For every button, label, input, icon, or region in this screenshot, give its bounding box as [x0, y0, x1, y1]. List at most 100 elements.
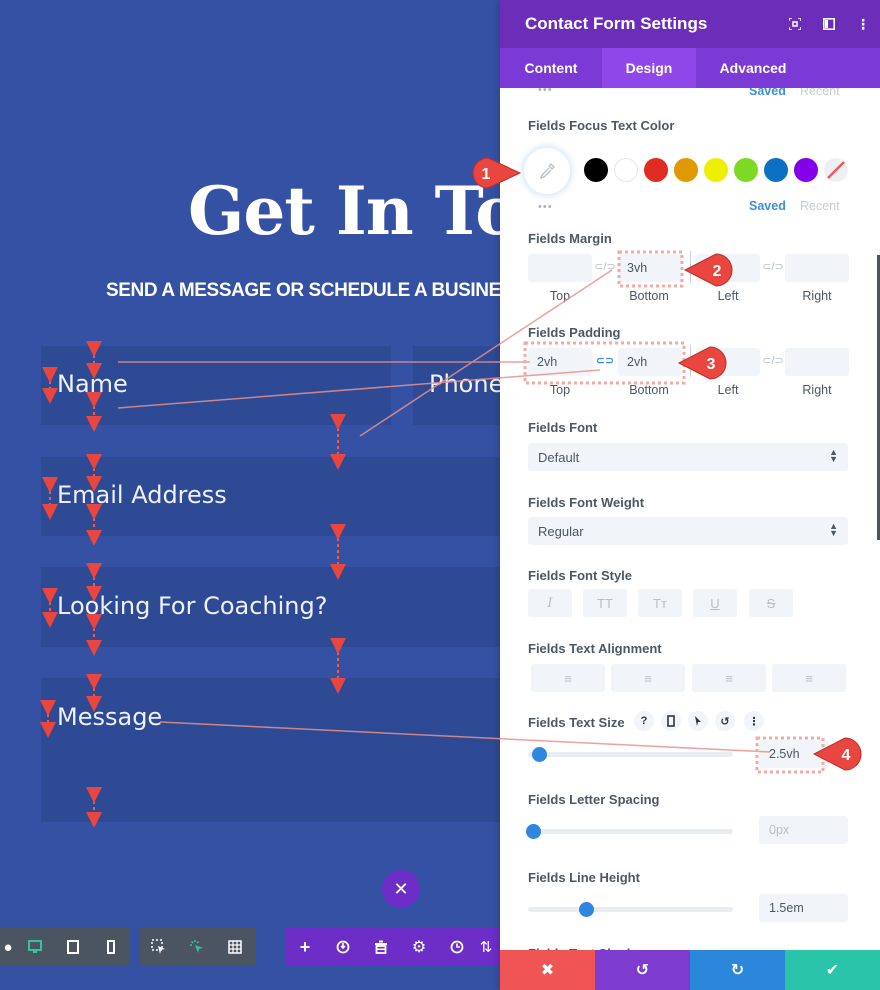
- text-size-slider[interactable]: [528, 752, 733, 757]
- padding-top-label: Top: [549, 383, 571, 397]
- align-center-button[interactable]: ≡: [611, 664, 685, 692]
- fields-text-alignment-label: Fields Text Alignment: [528, 641, 662, 656]
- link-active-icon[interactable]: ⊂⊃: [594, 354, 616, 368]
- selection-toolbar: [140, 928, 256, 966]
- trash-icon[interactable]: [362, 928, 400, 966]
- padding-bottom-label: Bottom: [629, 383, 669, 397]
- italic-button[interactable]: I: [528, 589, 572, 617]
- fields-font-select[interactable]: Default ▲ ▼: [528, 443, 848, 471]
- fields-font-weight-select[interactable]: Regular ▲ ▼: [528, 517, 848, 545]
- selection-icon[interactable]: [140, 928, 178, 966]
- recent-colors-link[interactable]: Recent: [800, 199, 840, 213]
- align-right-button[interactable]: ≡: [692, 664, 766, 692]
- more-colors-dots[interactable]: •••: [538, 201, 553, 213]
- strikethrough-button[interactable]: S: [749, 589, 793, 617]
- padding-right-input[interactable]: [785, 348, 849, 376]
- more-icon[interactable]: ⋮: [744, 711, 764, 731]
- redo-button[interactable]: ↻: [690, 950, 785, 990]
- padding-left-input[interactable]: [696, 348, 760, 376]
- swatch-red[interactable]: [644, 158, 668, 182]
- line-height-slider-handle[interactable]: [579, 902, 595, 917]
- link-icon[interactable]: ⊂/⊃: [762, 260, 784, 274]
- coaching-field[interactable]: Looking For Coaching?: [41, 567, 500, 647]
- phone-field[interactable]: Phone: [413, 346, 500, 425]
- close-icon[interactable]: ✕: [382, 870, 420, 908]
- padding-top-input[interactable]: 2vh: [528, 348, 592, 376]
- line-height-input[interactable]: 1.5em: [759, 894, 848, 922]
- swatch-blue[interactable]: [764, 158, 788, 182]
- fields-text-size-label: Fields Text Size: [528, 715, 625, 730]
- swatch-transparent[interactable]: [824, 158, 848, 182]
- uppercase-button[interactable]: TT: [583, 589, 627, 617]
- margin-left-input[interactable]: [696, 254, 760, 282]
- margin-right-input[interactable]: [785, 254, 849, 282]
- padding-right-label: Right: [802, 383, 832, 397]
- color-picker-button[interactable]: [524, 148, 570, 194]
- wireframe-icon[interactable]: ●: [0, 928, 16, 966]
- name-field[interactable]: Name: [41, 346, 391, 425]
- swatch-green[interactable]: [734, 158, 758, 182]
- link-icon[interactable]: ⊂/⊃: [762, 354, 784, 368]
- align-left-button[interactable]: ≡: [531, 664, 605, 692]
- add-icon[interactable]: +: [286, 928, 324, 966]
- saved-colors-link[interactable]: Saved: [749, 88, 786, 98]
- view-mode-toolbar: ●: [0, 928, 130, 966]
- page-actions-toolbar: + ⚙ ⇅: [286, 928, 500, 966]
- more-icon[interactable]: ⋮: [846, 0, 880, 48]
- hero-subtitle: SEND A MESSAGE OR SCHEDULE A BUSINESS: [106, 280, 500, 301]
- divider: [690, 345, 691, 377]
- line-height-slider[interactable]: [528, 907, 733, 912]
- phone-icon[interactable]: [92, 928, 130, 966]
- save-button[interactable]: ✔: [785, 950, 880, 990]
- gear-icon[interactable]: ⚙: [400, 928, 438, 966]
- swatch-purple[interactable]: [794, 158, 818, 182]
- swatch-black[interactable]: [584, 158, 608, 182]
- text-size-input[interactable]: 2.5vh: [759, 740, 829, 768]
- tab-design[interactable]: Design: [602, 48, 696, 88]
- panel-header: Contact Form Settings ⋮: [500, 0, 880, 48]
- tablet-icon[interactable]: [54, 928, 92, 966]
- fields-line-height-label: Fields Line Height: [528, 870, 640, 885]
- swatch-yellow[interactable]: [704, 158, 728, 182]
- more-colors-dots[interactable]: •••: [538, 88, 553, 96]
- cancel-button[interactable]: ✖: [500, 950, 595, 990]
- capitalize-button[interactable]: Tт: [638, 589, 682, 617]
- letter-spacing-slider[interactable]: [528, 829, 733, 834]
- undo-button[interactable]: ↺: [595, 950, 690, 990]
- fullscreen-icon[interactable]: [778, 0, 812, 48]
- grid-icon[interactable]: [216, 928, 254, 966]
- help-icon[interactable]: ?: [634, 711, 654, 731]
- underline-button[interactable]: U: [693, 589, 737, 617]
- history-icon[interactable]: [438, 928, 476, 966]
- letter-spacing-input[interactable]: 0px: [759, 816, 848, 844]
- swatch-white[interactable]: [614, 158, 638, 182]
- fields-font-label: Fields Font: [528, 420, 598, 435]
- reset-icon[interactable]: ↺: [715, 711, 735, 731]
- tab-content[interactable]: Content: [500, 48, 602, 88]
- margin-top-input[interactable]: [528, 254, 592, 282]
- hero-title: Get In Touch: [188, 172, 500, 250]
- swatch-orange[interactable]: [674, 158, 698, 182]
- tab-advanced[interactable]: Advanced: [696, 48, 810, 88]
- portability-icon[interactable]: ⇅: [476, 928, 496, 966]
- recent-colors-link[interactable]: Recent: [800, 88, 840, 98]
- eyedropper-icon: [539, 163, 555, 180]
- hover-icon[interactable]: [688, 711, 708, 731]
- hover-icon[interactable]: [178, 928, 216, 966]
- sidebar-icon[interactable]: [812, 0, 846, 48]
- align-justify-button[interactable]: ≡: [772, 664, 846, 692]
- fields-margin-label: Fields Margin: [528, 231, 612, 246]
- email-field[interactable]: Email Address: [41, 457, 500, 536]
- text-size-slider-handle[interactable]: [532, 747, 548, 762]
- link-icon[interactable]: ⊂/⊃: [594, 260, 616, 274]
- select-caret-icon: ▲ ▼: [829, 447, 838, 464]
- divider: [690, 251, 691, 283]
- responsive-icon[interactable]: [661, 711, 681, 731]
- letter-spacing-slider-handle[interactable]: [526, 824, 541, 839]
- padding-bottom-input[interactable]: 2vh: [618, 348, 682, 376]
- saved-colors-link[interactable]: Saved: [749, 199, 786, 213]
- desktop-icon[interactable]: [16, 928, 54, 966]
- margin-bottom-input[interactable]: 3vh: [618, 254, 682, 282]
- message-field[interactable]: Message: [41, 678, 500, 822]
- power-icon[interactable]: [324, 928, 362, 966]
